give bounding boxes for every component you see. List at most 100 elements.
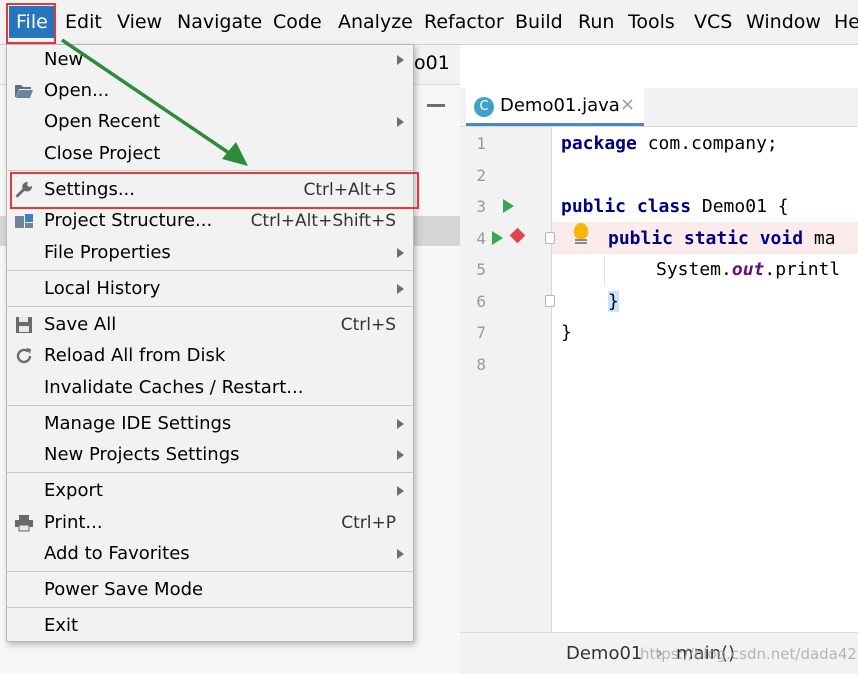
keyword: public class (561, 196, 692, 217)
code-line-3: public class Demo01 { (561, 196, 789, 217)
submenu-arrow-icon (397, 55, 404, 65)
code-line-6: } (608, 291, 619, 312)
code-text: .printl (764, 259, 841, 280)
code-text: System. (656, 259, 732, 280)
menu-item-open-recent[interactable]: Open Recent (6, 106, 414, 138)
watermark: https://blog.csdn.net/dada4215 (640, 645, 858, 663)
submenu-arrow-icon (397, 248, 404, 258)
menu-vcs[interactable]: VCS (694, 0, 732, 44)
indent-guide (604, 256, 605, 286)
line-number: 4 (476, 229, 486, 248)
menu-item-project-structure[interactable]: Project Structure... Ctrl+Alt+Shift+S (6, 205, 414, 237)
matched-brace: } (608, 291, 619, 312)
menu-item-new-projects-settings[interactable]: New Projects Settings (6, 439, 414, 471)
static-field: out (731, 259, 765, 280)
save-icon (16, 317, 32, 333)
code-text: com.company; (636, 133, 778, 154)
menu-item-label: Invalidate Caches / Restart... (44, 377, 304, 398)
settings-highlight (10, 172, 419, 209)
menu-item-label: Add to Favorites (44, 543, 190, 564)
menu-item-shortcut: Ctrl+Alt+Shift+S (250, 211, 396, 231)
menu-item-new[interactable]: New (6, 44, 414, 76)
menu-refactor[interactable]: Refactor (424, 0, 504, 44)
close-icon[interactable]: × (620, 94, 635, 115)
fold-icon[interactable] (545, 295, 555, 307)
menu-code[interactable]: Code (273, 0, 322, 44)
menu-run[interactable]: Run (578, 0, 614, 44)
menu-separator (7, 571, 413, 572)
menu-separator (7, 405, 413, 406)
menu-item-label: Power Save Mode (44, 579, 204, 600)
menu-item-save-all[interactable]: Save All Ctrl+S (6, 309, 414, 341)
line-number: 3 (476, 197, 486, 216)
menu-item-label: Manage IDE Settings (44, 413, 232, 434)
menu-separator (7, 170, 413, 171)
code-text: ma (803, 228, 836, 249)
menu-separator (7, 472, 413, 473)
project-structure-icon (15, 214, 33, 228)
line-number: 2 (476, 166, 486, 185)
menu-item-close-project[interactable]: Close Project (6, 138, 414, 170)
printer-icon (15, 515, 33, 532)
menu-item-open[interactable]: Open... (6, 75, 414, 107)
menu-separator (7, 270, 413, 271)
menu-item-label: Reload All from Disk (44, 345, 226, 366)
fold-icon[interactable] (545, 232, 555, 244)
code-line-7: } (561, 322, 572, 343)
menu-item-label: New (44, 49, 84, 70)
menu-separator (7, 607, 413, 608)
line-number: 6 (476, 292, 486, 311)
submenu-arrow-icon (397, 486, 404, 496)
menu-navigate[interactable]: Navigate (177, 0, 262, 44)
file-menu-highlight (6, 3, 56, 44)
menu-help[interactable]: He (834, 0, 858, 44)
java-class-icon: C (474, 97, 494, 117)
line-number: 1 (476, 134, 486, 153)
navigation-bar-title: o01 (414, 52, 450, 74)
code-line-4: public static void ma (608, 228, 836, 249)
menu-item-power-save-mode[interactable]: Power Save Mode (6, 574, 414, 606)
menu-separator (7, 306, 413, 307)
menu-item-shortcut: Ctrl+S (340, 315, 396, 335)
menu-item-local-history[interactable]: Local History (6, 273, 414, 305)
code-line-1: package com.company; (561, 133, 778, 154)
menu-item-label: Save All (44, 314, 117, 335)
menu-item-print[interactable]: Print... Ctrl+P (6, 507, 414, 539)
menu-item-label: Close Project (44, 143, 161, 164)
menu-item-exit[interactable]: Exit (6, 610, 414, 642)
menu-item-label: Print... (44, 512, 103, 533)
menu-item-add-to-favorites[interactable]: Add to Favorites (6, 538, 414, 570)
menu-view[interactable]: View (117, 0, 162, 44)
line-number: 7 (476, 323, 486, 342)
menu-item-reload[interactable]: Reload All from Disk (6, 340, 414, 372)
menu-item-label: Open... (44, 80, 110, 101)
editor-tab-label[interactable]: Demo01.java (500, 95, 620, 116)
folder-open-icon (15, 85, 33, 98)
menu-item-file-properties[interactable]: File Properties (6, 237, 414, 269)
menu-item-label: Export (44, 480, 103, 501)
menu-edit[interactable]: Edit (65, 0, 102, 44)
menu-analyze[interactable]: Analyze (338, 0, 413, 44)
submenu-arrow-icon (397, 419, 404, 429)
menu-item-label: File Properties (44, 242, 171, 263)
code-text: } (561, 322, 572, 343)
breadcrumb-class[interactable]: Demo01 (566, 643, 642, 664)
run-method-icon[interactable] (492, 231, 503, 245)
menu-item-manage-ide-settings[interactable]: Manage IDE Settings (6, 408, 414, 440)
menu-item-label: Exit (44, 615, 79, 636)
lightbulb-icon[interactable] (574, 223, 588, 239)
menu-item-label: New Projects Settings (44, 444, 240, 465)
menu-item-invalidate-caches[interactable]: Invalidate Caches / Restart... (6, 372, 414, 404)
menu-item-shortcut: Ctrl+P (341, 513, 396, 533)
menu-tools[interactable]: Tools (628, 0, 675, 44)
lightbulb-base (575, 239, 587, 245)
menu-item-label: Project Structure... (44, 210, 213, 231)
submenu-arrow-icon (397, 549, 404, 559)
collapse-icon[interactable] (427, 104, 445, 107)
menu-window[interactable]: Window (746, 0, 821, 44)
run-class-icon[interactable] (503, 199, 514, 213)
menu-item-export[interactable]: Export (6, 475, 414, 507)
line-number: 8 (476, 355, 486, 374)
submenu-arrow-icon (397, 117, 404, 127)
menu-build[interactable]: Build (515, 0, 563, 44)
